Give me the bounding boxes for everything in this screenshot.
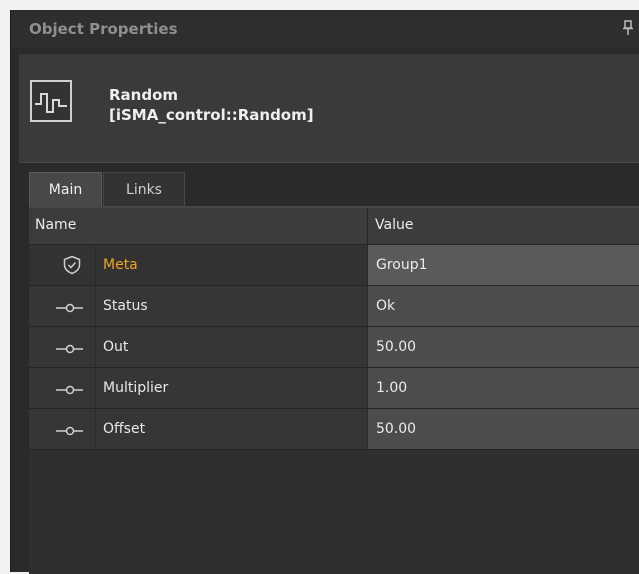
property-name: Status (95, 286, 367, 326)
object-properties-panel: Object Properties Random [iSMA_control::… (10, 10, 639, 574)
property-value[interactable]: Ok (367, 286, 639, 326)
random-block-icon (30, 80, 72, 122)
column-header-name[interactable]: Name (35, 217, 76, 233)
property-name: Multiplier (95, 368, 367, 408)
slot-icon (54, 382, 84, 395)
property-value[interactable]: 50.00 (367, 409, 639, 449)
object-type: [iSMA_control::Random] (109, 106, 314, 124)
property-grid: Name Value Meta Group1 Status Ok Out 50.… (29, 206, 639, 574)
property-name: Offset (95, 409, 367, 449)
property-value[interactable]: Group1 (367, 245, 639, 285)
tab-bar: Main Links (29, 172, 639, 206)
tab-main[interactable]: Main (29, 172, 102, 206)
shield-check-icon (62, 255, 82, 275)
panel-title-bar: Object Properties (11, 10, 639, 48)
slot-icon (54, 341, 84, 354)
grid-header: Name Value (29, 208, 639, 245)
object-header: Random [iSMA_control::Random] (19, 54, 639, 163)
pin-icon[interactable] (622, 20, 634, 36)
object-name: Random (109, 86, 179, 104)
panel-title: Object Properties (29, 20, 178, 38)
property-value[interactable]: 50.00 (367, 327, 639, 367)
slot-icon (54, 300, 84, 313)
property-name: Out (95, 327, 367, 367)
tab-links[interactable]: Links (103, 172, 185, 206)
table-row-multiplier[interactable]: Multiplier 1.00 (29, 368, 639, 409)
column-header-value[interactable]: Value (375, 217, 413, 233)
table-row-out[interactable]: Out 50.00 (29, 327, 639, 368)
table-row-meta[interactable]: Meta Group1 (29, 245, 639, 286)
property-value[interactable]: 1.00 (367, 368, 639, 408)
table-row-offset[interactable]: Offset 50.00 (29, 409, 639, 450)
slot-icon (54, 423, 84, 436)
column-divider[interactable] (367, 208, 368, 244)
table-row-status[interactable]: Status Ok (29, 286, 639, 327)
property-name: Meta (95, 245, 367, 285)
